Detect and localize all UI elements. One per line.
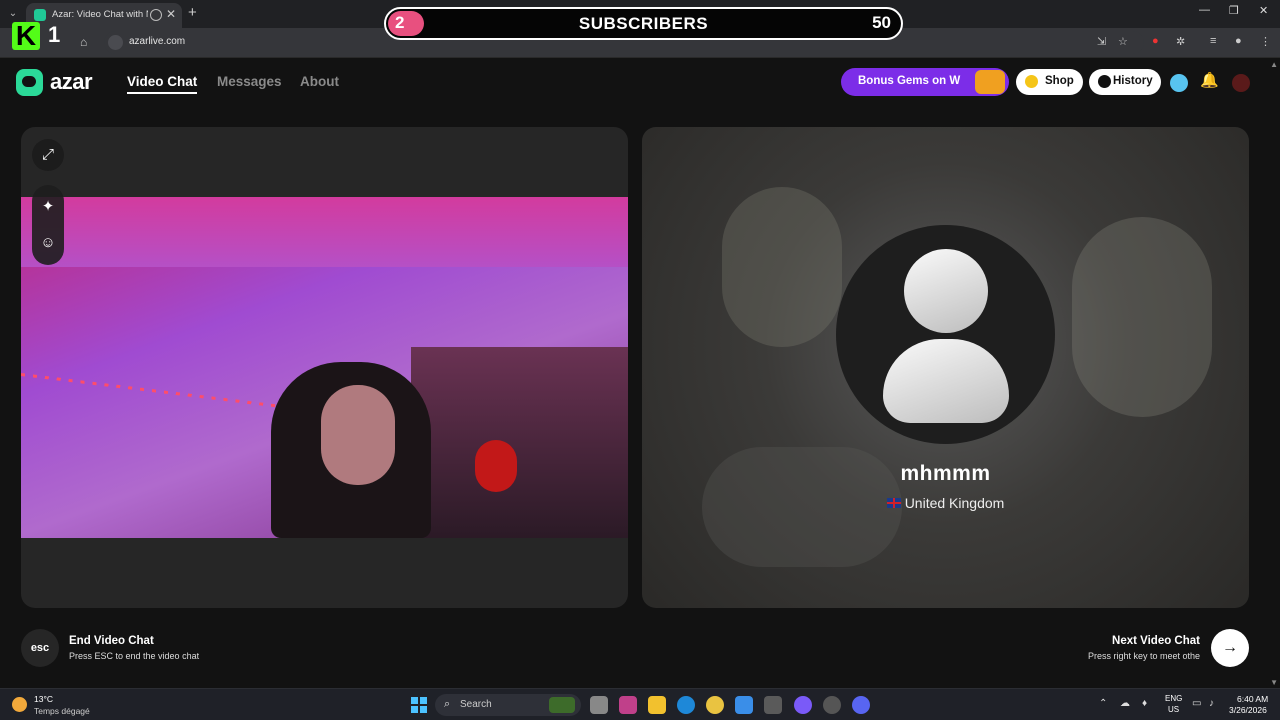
search-icon: ⌕ <box>444 698 451 710</box>
history-label: History <box>1113 75 1153 87</box>
search-label: Search <box>460 699 492 710</box>
mail-icon[interactable] <box>735 696 753 714</box>
file-explorer-icon[interactable] <box>648 696 666 714</box>
azar-logo-icon[interactable] <box>16 69 43 96</box>
end-chat-button[interactable]: esc <box>21 629 59 667</box>
chrome-icon[interactable] <box>706 696 724 714</box>
weather-desc[interactable]: Temps dégagé <box>34 706 90 716</box>
bookmark-star-icon[interactable]: ☆ <box>1118 35 1128 48</box>
windows-taskbar: 13°C Temps dégagé ⌕ Search ⌃ ☁ ♦ ENG US … <box>0 688 1280 720</box>
gem-icon <box>1025 75 1038 88</box>
video-led-strip <box>21 373 290 409</box>
azar-wordmark[interactable]: azar <box>50 69 93 95</box>
peer-country-row: United Kingdom <box>642 495 1249 511</box>
peer-name: mhmmm <box>900 462 991 485</box>
clock-date[interactable]: 3/26/2026 <box>1229 705 1267 715</box>
camera-tools: ✦ ☺ <box>32 185 64 265</box>
edge-icon[interactable] <box>677 696 695 714</box>
azar-extension-icon[interactable] <box>1170 74 1188 92</box>
next-chat-title: Next Video Chat <box>1112 635 1200 647</box>
next-chat-button[interactable]: → <box>1211 629 1249 667</box>
search-highlight-icon <box>549 697 575 713</box>
self-camera-feed <box>21 197 628 538</box>
tab-list-icon[interactable]: ≡ <box>1210 35 1216 47</box>
peer-country: United Kingdom <box>904 495 1005 511</box>
m365-icon[interactable] <box>619 696 637 714</box>
self-video-panel: ⤢ ✦ ☺ <box>21 127 628 608</box>
language-region[interactable]: US <box>1168 705 1179 714</box>
user-avatar[interactable] <box>1232 74 1250 92</box>
video-spiderman-figure <box>475 440 517 492</box>
bonus-gems-button[interactable]: Bonus Gems on W <box>841 68 1009 96</box>
peer-video-panel: mhmmm United Kingdom <box>642 127 1249 608</box>
end-chat-hint: Press ESC to end the video chat <box>69 651 200 661</box>
clock-time[interactable]: 6:40 AM <box>1237 694 1268 704</box>
blur-shape <box>1072 217 1212 417</box>
nav-about[interactable]: About <box>300 74 339 89</box>
network-icon[interactable]: ▭ <box>1192 698 1201 709</box>
tray-overflow-icon[interactable]: ⌃ <box>1099 698 1107 709</box>
home-icon[interactable]: ⌂ <box>80 35 87 49</box>
obs-icon[interactable] <box>823 696 841 714</box>
tray-cloud-icon[interactable]: ☁ <box>1120 698 1130 709</box>
avatar-body-icon <box>883 339 1009 423</box>
expand-icon[interactable]: ⤢ <box>32 139 64 171</box>
clock-icon <box>1098 75 1111 88</box>
recording-icon <box>150 9 162 21</box>
task-view-icon[interactable] <box>590 696 608 714</box>
site-info-icon[interactable] <box>108 35 123 50</box>
volume-icon[interactable]: ♪ <box>1209 698 1214 709</box>
video-shelf <box>411 347 628 538</box>
extension-icon[interactable]: ● <box>1152 35 1159 47</box>
peer-avatar <box>836 225 1055 444</box>
kick-follower-count: 1 <box>48 22 61 47</box>
bonus-gems-label: Bonus Gems on W <box>858 75 961 87</box>
next-chat-hint: Press right key to meet othe <box>1087 651 1200 661</box>
azar-app: azar Video Chat Messages About Bonus Gem… <box>0 58 1280 688</box>
magic-wand-icon[interactable]: ✦ <box>32 191 64 223</box>
subscriber-goal: 50 <box>872 13 891 32</box>
windows-start-icon[interactable] <box>411 697 427 713</box>
language-code[interactable]: ENG <box>1165 694 1182 703</box>
history-button[interactable]: History <box>1089 69 1161 95</box>
taskbar-search[interactable]: ⌕ Search <box>435 694 581 716</box>
shop-button[interactable]: Shop <box>1016 69 1083 95</box>
subscriber-goal-bar: 2 SUBSCRIBERS 50 <box>384 7 903 40</box>
url-text: azarlive.com <box>129 36 186 47</box>
minimize-icon[interactable]: — <box>1199 4 1210 16</box>
end-chat-title: End Video Chat <box>69 635 154 647</box>
extensions-puzzle-icon[interactable]: ✲ <box>1176 35 1185 48</box>
face-filter-icon[interactable]: ☺ <box>32 227 64 259</box>
install-app-icon[interactable]: ⇲ <box>1097 35 1106 48</box>
kick-logo-icon: K <box>12 22 40 50</box>
microphone-icon[interactable]: ♦ <box>1142 698 1147 709</box>
app-icon[interactable] <box>794 696 812 714</box>
new-tab-button[interactable]: + <box>188 4 197 21</box>
scroll-up-icon[interactable]: ▲ <box>1270 60 1278 69</box>
subscriber-label: SUBSCRIBERS <box>578 14 709 33</box>
video-ceiling <box>21 197 628 267</box>
blur-shape <box>722 187 842 347</box>
tab-title: Azar: Video Chat with New <box>52 9 148 20</box>
bell-icon[interactable]: 🔔 <box>1200 71 1219 89</box>
avatar-head-icon <box>904 249 988 333</box>
window-close-icon[interactable]: ✕ <box>1259 4 1268 17</box>
treasure-chest-icon <box>975 70 1005 94</box>
weather-moon-icon[interactable] <box>12 697 27 712</box>
store-icon[interactable] <box>764 696 782 714</box>
uk-flag-icon <box>886 498 901 508</box>
shop-label: Shop <box>1045 75 1074 87</box>
scroll-down-icon[interactable]: ▼ <box>1270 678 1278 687</box>
tab-close-icon[interactable]: ✕ <box>166 7 176 21</box>
nav-video-chat[interactable]: Video Chat <box>127 74 198 94</box>
profile-icon[interactable]: ● <box>1235 35 1242 47</box>
discord-icon[interactable] <box>852 696 870 714</box>
browser-menu-icon[interactable]: ⋮ <box>1260 35 1271 48</box>
video-face <box>321 385 395 485</box>
weather-temp[interactable]: 13°C <box>34 694 53 704</box>
nav-messages[interactable]: Messages <box>217 74 282 89</box>
maximize-icon[interactable]: ❐ <box>1229 4 1239 17</box>
